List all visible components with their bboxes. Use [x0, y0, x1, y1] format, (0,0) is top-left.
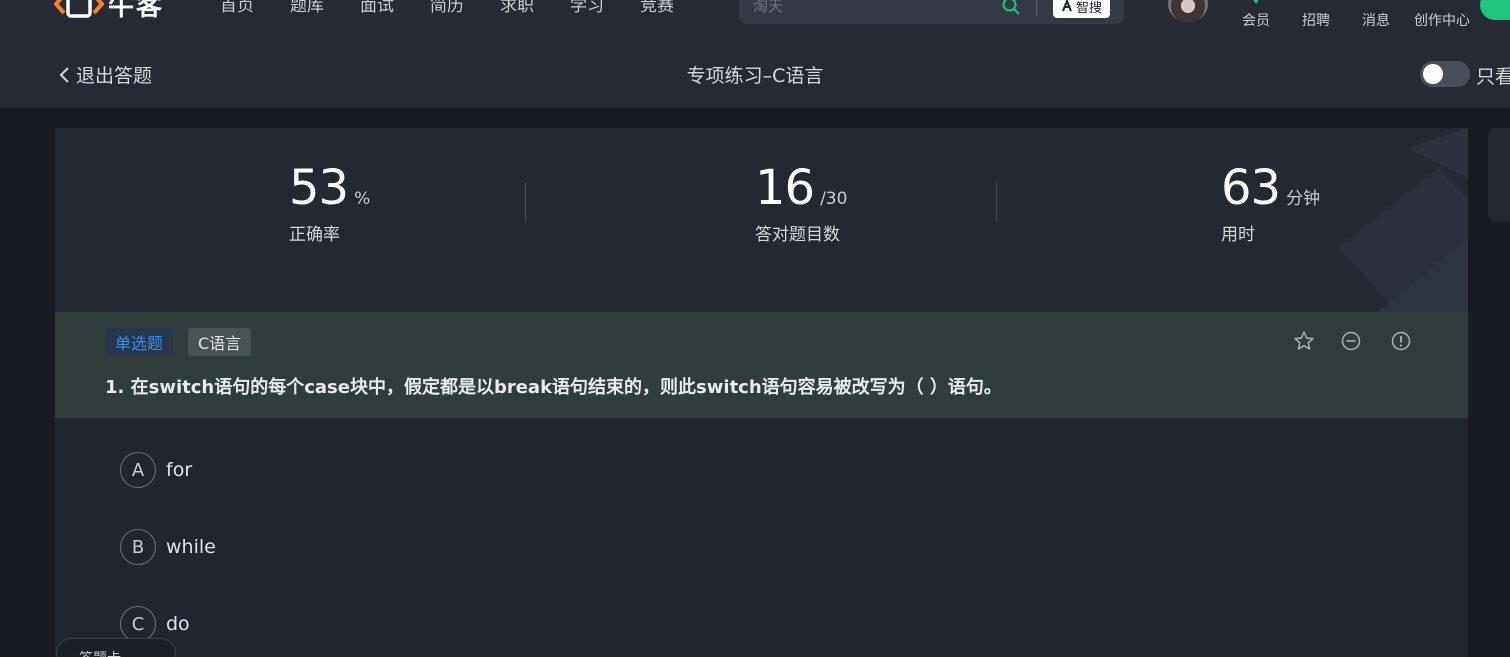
stat-divider	[525, 182, 526, 222]
option-text: while	[166, 536, 216, 558]
report-icon[interactable]	[1390, 330, 1412, 352]
option-a[interactable]: A for	[120, 452, 192, 488]
star-icon[interactable]	[1293, 330, 1315, 352]
briefcase-icon	[1308, 0, 1324, 6]
option-letter: C	[120, 606, 156, 642]
search-divider	[1036, 0, 1037, 16]
logo-text: 牛客	[108, 0, 165, 22]
option-b[interactable]: B while	[120, 529, 216, 565]
question-options: A for B while C do	[55, 418, 1468, 657]
correct-count-label: 答对题目数	[755, 225, 840, 245]
avatar[interactable]	[1168, 0, 1208, 22]
correct-total: /30	[820, 189, 848, 209]
top-nav: 牛客 首页 题库 面试 简历 求职 学习 竞赛 智搜 会员	[0, 0, 1510, 38]
time-used-label: 用时	[1221, 225, 1255, 245]
time-used-stat: 63 分钟 用时	[1221, 162, 1320, 245]
stat-divider	[996, 182, 997, 222]
logo[interactable]: 牛客	[54, 0, 165, 22]
correct-count-stat: 16/30 答对题目数	[755, 162, 847, 245]
question-topic-tag: C语言	[188, 328, 252, 356]
accuracy-stat: 53% 正确率	[289, 162, 370, 245]
option-letter: B	[120, 529, 156, 565]
nav-link-learn[interactable]: 学习	[570, 0, 640, 16]
nav-link-contest[interactable]: 竞赛	[640, 0, 710, 16]
question-header: 单选题 C语言 1. 在switch语句的每个case块中，假定都是以break…	[55, 312, 1468, 418]
result-stats-card: 53% 正确率 16/30 答对题目数 63 分钟 用时	[55, 128, 1468, 312]
top-actions: 会员 招聘 消息 创作中心	[1226, 0, 1478, 38]
vip-label: 会员	[1242, 13, 1270, 29]
nav-link-jobs[interactable]: 求职	[500, 0, 570, 16]
only-view-toggle[interactable]	[1420, 61, 1470, 87]
question-type-tag: 单选题	[105, 328, 174, 356]
nav-link-interview[interactable]: 面试	[360, 0, 430, 16]
pen-icon	[1434, 0, 1450, 6]
accuracy-label: 正确率	[289, 225, 340, 245]
option-letter: A	[120, 452, 156, 488]
only-view-label: 只看	[1476, 66, 1510, 88]
recruit-label: 招聘	[1302, 13, 1330, 29]
messages-label: 消息	[1362, 13, 1390, 29]
nav-link-resume[interactable]: 简历	[430, 0, 500, 16]
time-used-unit: 分钟	[1286, 189, 1321, 209]
nav-links: 首页 题库 面试 简历 求职 学习 竞赛	[220, 0, 710, 16]
page-title: 专项练习–C语言	[686, 65, 824, 87]
option-c[interactable]: C do	[120, 606, 190, 642]
question-actions	[1293, 330, 1412, 352]
nav-link-question-bank[interactable]: 题库	[290, 0, 360, 16]
time-used-value: 63	[1221, 160, 1281, 216]
creator-center-button[interactable]: 创作中心	[1406, 0, 1478, 38]
smart-search-label: 智搜	[1075, 0, 1102, 16]
answer-sheet-label: 答题卡	[79, 648, 121, 657]
sub-header: 退出答题 专项练习–C语言 只看	[0, 38, 1510, 108]
correct-count-value: 16	[755, 160, 815, 216]
messages-button[interactable]: 消息	[1346, 0, 1406, 38]
message-icon	[1368, 0, 1384, 6]
recruit-button[interactable]: 招聘	[1286, 0, 1346, 38]
option-text: for	[166, 459, 193, 481]
logo-icon	[54, 0, 104, 18]
accuracy-value: 53	[289, 160, 349, 216]
toggle-knob	[1423, 64, 1443, 84]
smart-search-button[interactable]: 智搜	[1053, 0, 1110, 18]
publish-button[interactable]	[1480, 0, 1510, 20]
option-text: do	[166, 613, 190, 635]
smart-search-icon	[1062, 0, 1072, 12]
search-input[interactable]	[753, 0, 983, 18]
minus-circle-icon[interactable]	[1340, 330, 1362, 352]
search-icon[interactable]	[1001, 0, 1021, 16]
side-panel	[1488, 128, 1510, 222]
diamond-icon	[1253, 0, 1259, 4]
nav-link-home[interactable]: 首页	[220, 0, 290, 16]
search-bar: 智搜	[739, 0, 1124, 24]
creator-center-label: 创作中心	[1414, 13, 1470, 29]
accuracy-unit: %	[354, 189, 371, 209]
question-text: 1. 在switch语句的每个case块中，假定都是以break语句结束的，则此…	[105, 377, 1002, 398]
answer-sheet-button[interactable]: 答题卡	[56, 638, 176, 657]
vip-button[interactable]: 会员	[1226, 0, 1286, 38]
